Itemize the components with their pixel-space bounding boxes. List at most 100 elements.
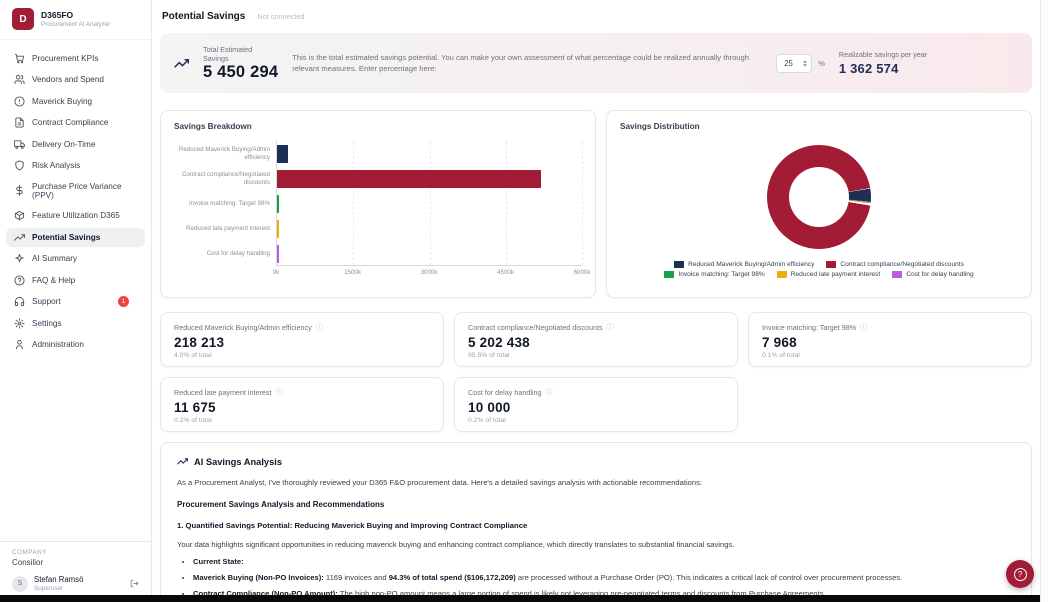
sidebar-item-label: Administration [32,340,84,349]
gear-icon [14,318,25,329]
total-savings-block: Total Estimated Savings 5 450 294 [203,45,278,82]
legend-swatch [674,261,684,268]
help-chat-fab[interactable]: ? [1006,560,1034,588]
bar-4 [277,245,279,263]
trending-up-icon [177,456,188,467]
stat-percent-of-total: 0.2% of total [468,417,724,424]
package-icon [14,210,25,221]
stat-label: Cost for delay handling [468,388,542,397]
bar-chart: Reduced Maverick Buying/Admin efficiency… [174,141,582,266]
bar-chart-x-axis: 0k1500k3000k4500k6000k [276,266,582,278]
sidebar-item-purchase-price-variance-ppv[interactable]: Purchase Price Variance (PPV) [6,178,145,204]
sparkles-icon [14,253,25,264]
sidebar-item-maverick-buying[interactable]: Maverick Buying [6,92,145,111]
x-tick-label: 4500k [497,269,514,276]
legend-swatch [892,271,902,278]
logout-icon[interactable] [130,579,139,588]
info-icon[interactable]: ⓘ [607,322,614,332]
bar-1 [277,170,541,188]
ai-paragraph: Your data highlights significant opportu… [177,540,1015,549]
bar-2 [277,195,279,213]
scrollbar[interactable] [1040,0,1048,602]
sidebar-item-label: Risk Analysis [32,161,80,170]
stat-percent-of-total: 95.5% of total [468,352,724,359]
stat-value: 7 968 [762,335,1018,350]
legend-label: Invoice matching: Target 98% [678,271,764,278]
app-logo: D [12,8,34,30]
sidebar-item-label: Maverick Buying [32,97,92,106]
app-logo-block: D D365FO Procurement AI Analyzer [0,0,151,40]
x-tick-label: 1500k [344,269,361,276]
legend-label: Contract compliance/Negotiated discounts [840,261,964,268]
sidebar-item-administration[interactable]: Administration [6,335,145,354]
sidebar-item-ai-summary[interactable]: AI Summary [6,249,145,268]
info-icon[interactable]: ⓘ [276,387,283,397]
sidebar-item-settings[interactable]: Settings [6,314,145,333]
savings-distribution-card: Savings Distribution Reduced Maverick Bu… [606,110,1032,298]
sidebar-item-label: Feature Utilization D365 [32,211,120,220]
bar-category-label: Contract compliance/Negotiated discounts [174,166,276,191]
legend-item: Reduced late payment interest [777,271,880,278]
x-tick-label: 0k [273,269,280,276]
stat-percent-of-total: 0.2% of total [174,417,430,424]
trending-up-icon [174,56,189,71]
stat-percent-of-total: 0.1% of total [762,352,1018,359]
sidebar-item-contract-compliance[interactable]: Contract Compliance [6,113,145,132]
sidebar-item-faq-help[interactable]: FAQ & Help [6,271,145,290]
legend-swatch [826,261,836,268]
gridline [582,141,583,265]
sidebar-item-support[interactable]: Support1 [6,292,145,311]
ai-heading: Procurement Savings Analysis and Recomme… [177,500,1015,509]
sidebar-item-risk-analysis[interactable]: Risk Analysis [6,156,145,175]
stat-label: Reduced late payment interest [174,388,272,397]
stat-label: Reduced Maverick Buying/Admin efficiency [174,323,312,332]
sidebar-item-label: Delivery On-Time [32,140,95,149]
stat-card-reduced-maverick-buying-admin-efficiency: Reduced Maverick Buying/Admin efficiency… [160,312,444,367]
ai-intro-text: As a Procurement Analyst, I've thoroughl… [177,478,1015,487]
realizable-value: 1 362 574 [839,61,931,76]
legend-item: Reduced Maverick Buying/Admin efficiency [674,261,814,268]
stat-label: Contract compliance/Negotiated discounts [468,323,603,332]
stat-percent-of-total: 4.0% of total [174,352,430,359]
sidebar-item-vendors-and-spend[interactable]: Vendors and Spend [6,70,145,89]
legend-label: Reduced late payment interest [791,271,880,278]
legend-swatch [777,271,787,278]
total-savings-value: 5 450 294 [203,63,278,82]
info-icon[interactable]: ⓘ [546,387,553,397]
sidebar-item-potential-savings[interactable]: Potential Savings [6,228,145,247]
app-subtitle: Procurement AI Analyzer [41,21,110,28]
connection-status: Not connected [257,12,304,21]
total-savings-label: Total Estimated Savings [203,45,275,63]
company-name: Consilior [12,558,139,567]
sidebar-item-feature-utilization-d365[interactable]: Feature Utilization D365 [6,206,145,225]
sidebar-item-label: Support [32,297,61,306]
sidebar-item-label: FAQ & Help [32,276,75,285]
percent-stepper[interactable] [803,60,807,67]
page-header: Potential Savings Not connected [160,0,1032,30]
user-name: Stefan Ramsö [34,575,83,584]
stat-value: 5 202 438 [468,335,724,350]
cart-icon [14,53,25,64]
info-icon[interactable]: ⓘ [316,322,323,332]
percent-input[interactable] [784,59,800,68]
sidebar-item-label: Purchase Price Variance (PPV) [32,182,137,200]
legend-swatch [664,271,674,278]
info-icon[interactable]: ⓘ [860,322,867,332]
bottom-black-bar [0,595,1040,602]
realizable-label: Realizable savings per year [839,50,931,59]
app-name: D365FO [41,10,110,20]
main-content: Potential Savings Not connected Total Es… [152,0,1040,602]
user-admin-icon [14,339,25,350]
sidebar-item-procurement-kpis[interactable]: Procurement KPIs [6,49,145,68]
ai-bullet: Current State: [193,557,1015,568]
donut-chart-title: Savings Distribution [620,122,1018,131]
total-savings-banner: Total Estimated Savings 5 450 294 This i… [160,33,1032,93]
document-icon [14,117,25,128]
percent-unit: % [818,59,825,68]
app-root: D D365FO Procurement AI Analyzer Procure… [0,0,1048,602]
bar-category-label: Reduced Maverick Buying/Admin efficiency [174,141,276,166]
ai-savings-analysis-card: AI Savings Analysis As a Procurement Ana… [160,442,1032,602]
x-tick-label: 3000k [421,269,438,276]
help-circle-icon [14,275,25,286]
sidebar-item-delivery-on-time[interactable]: Delivery On-Time [6,135,145,154]
